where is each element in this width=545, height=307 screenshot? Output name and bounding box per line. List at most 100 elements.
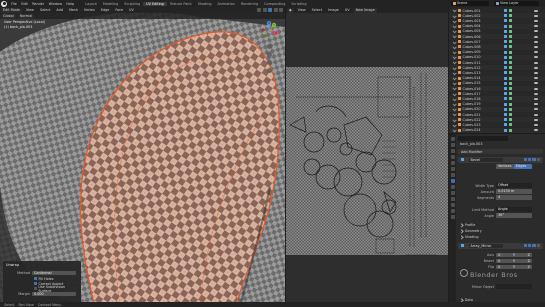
modifier-icon[interactable] xyxy=(504,50,507,54)
mesh-data-icon[interactable] xyxy=(509,14,512,18)
object-tab-icon[interactable] xyxy=(450,173,455,177)
modifier-icon[interactable] xyxy=(504,45,507,49)
navigation-gizmo[interactable]: X Y Z xyxy=(259,21,279,41)
axis-z-toggle[interactable]: Z xyxy=(528,253,530,257)
texture-tab-icon[interactable] xyxy=(450,215,455,219)
expand-arrow-icon[interactable] xyxy=(452,60,457,65)
modifier-icon[interactable] xyxy=(504,92,507,96)
expand-arrow-icon[interactable] xyxy=(452,97,457,101)
visibility-eye-icon[interactable] xyxy=(534,123,538,126)
modifier-icon[interactable] xyxy=(504,66,507,70)
render-tab-icon[interactable] xyxy=(450,143,455,147)
mirror-modifier-header[interactable]: Array_Mirror xyxy=(458,243,543,249)
visibility-eye-icon[interactable] xyxy=(534,103,538,106)
visibility-eye-icon[interactable] xyxy=(534,45,538,48)
blender-logo-icon[interactable] xyxy=(1,0,7,7)
operator-panel-title[interactable]: Unwrap xyxy=(6,263,78,267)
visibility-eye-icon[interactable] xyxy=(534,82,538,85)
tab-modeling[interactable]: Modeling xyxy=(100,2,121,6)
overlay-icon[interactable] xyxy=(257,8,261,12)
expand-arrow-icon[interactable] xyxy=(452,123,457,127)
visibility-eye-icon[interactable] xyxy=(534,71,538,74)
modifier-icon[interactable] xyxy=(504,118,507,122)
render-toggle-icon[interactable] xyxy=(532,244,536,248)
tab-uv-editing[interactable]: UV Editing xyxy=(143,1,167,6)
mesh-data-icon[interactable] xyxy=(509,113,512,117)
margin-field[interactable]: 0.000 xyxy=(32,291,76,297)
expand-arrow-icon[interactable] xyxy=(452,34,457,39)
expand-arrow-icon[interactable] xyxy=(452,71,457,75)
expand-arrow-icon[interactable] xyxy=(452,107,457,112)
viewport-menu-add[interactable]: Add xyxy=(54,8,65,13)
width-type-dropdown[interactable]: Offset xyxy=(496,183,532,188)
modifier-icon[interactable] xyxy=(504,87,507,91)
expand-arrow-icon[interactable] xyxy=(452,118,457,122)
mesh-data-icon[interactable] xyxy=(509,24,512,28)
viewport-menu-face[interactable]: Face xyxy=(113,8,125,13)
data-tab-icon[interactable] xyxy=(450,203,455,207)
modifier-icon[interactable] xyxy=(504,102,507,106)
viewport-toggle-icon[interactable] xyxy=(528,158,532,162)
expand-arrow-icon[interactable] xyxy=(452,55,457,60)
tab-texture-paint[interactable]: Texture Paint xyxy=(167,2,195,6)
mesh-data-icon[interactable] xyxy=(509,102,512,106)
expand-arrow-icon[interactable] xyxy=(452,76,457,80)
modifier-icon[interactable] xyxy=(504,55,507,59)
mesh-data-icon[interactable] xyxy=(509,35,512,39)
menu-help[interactable]: Help xyxy=(64,2,76,6)
mesh-data-icon[interactable] xyxy=(509,123,512,127)
mesh-data-icon[interactable] xyxy=(509,19,512,23)
shading-subpanel[interactable]: Shading xyxy=(460,235,479,239)
tab-compositing[interactable]: Compositing xyxy=(261,2,288,6)
menu-file[interactable]: File xyxy=(9,2,19,6)
amount-field[interactable]: 0.0135 m xyxy=(496,189,532,194)
particles-tab-icon[interactable] xyxy=(450,185,455,189)
expand-arrow-icon[interactable] xyxy=(452,50,457,54)
subsurf-checkbox[interactable]: Use Subdivision Surface xyxy=(34,285,78,293)
tab-sculpting[interactable]: Sculpting xyxy=(121,2,143,6)
uv-menu-uv[interactable]: UV xyxy=(343,8,352,13)
zoom-icon[interactable] xyxy=(267,44,272,49)
flip-z-toggle[interactable]: Z xyxy=(528,265,530,269)
visibility-eye-icon[interactable] xyxy=(534,56,538,59)
viewport-menu-view[interactable]: View xyxy=(24,8,36,13)
gizmo-neg-x-handle[interactable] xyxy=(261,28,265,32)
affect-vertices-button[interactable]: Vertices xyxy=(496,164,514,169)
scene-tab-icon[interactable] xyxy=(450,161,455,165)
uv-menu-image[interactable]: Image xyxy=(326,8,341,13)
visibility-eye-icon[interactable] xyxy=(534,9,538,12)
visibility-eye-icon[interactable] xyxy=(534,113,538,116)
outliner[interactable]: Cubes.001 Cubes.002 Cubes.003 Cubes.004 Cube… xyxy=(449,7,545,133)
visibility-eye-icon[interactable] xyxy=(534,66,538,69)
visibility-eye-icon[interactable] xyxy=(534,51,538,54)
modifier-icon[interactable] xyxy=(504,14,507,18)
render-toggle-icon[interactable] xyxy=(532,158,536,162)
viewport-toggle-icon[interactable] xyxy=(528,244,532,248)
visibility-eye-icon[interactable] xyxy=(534,129,538,132)
visibility-eye-icon[interactable] xyxy=(534,61,538,64)
expand-arrow-icon[interactable] xyxy=(452,128,457,132)
visibility-eye-icon[interactable] xyxy=(534,77,538,80)
view-layer-selector[interactable]: View Layer xyxy=(494,1,539,6)
modifier-icon[interactable] xyxy=(504,81,507,85)
expand-arrow-icon[interactable] xyxy=(452,14,457,18)
tab-shading[interactable]: Shading xyxy=(195,2,215,6)
add-modifier-button[interactable]: Add Modifier xyxy=(458,149,543,154)
modifier-tab-icon[interactable] xyxy=(450,179,455,183)
mesh-data-icon[interactable] xyxy=(509,50,512,54)
uv-editor[interactable]: ◆ View Select Image UV New Image xyxy=(286,7,448,307)
menu-window[interactable]: Window xyxy=(46,2,64,6)
modifier-icon[interactable] xyxy=(504,128,507,132)
edit-mode-toggle-icon[interactable] xyxy=(523,158,527,162)
mesh-data-icon[interactable] xyxy=(509,40,512,44)
view-layer-tab-icon[interactable] xyxy=(450,155,455,159)
image-selector[interactable]: New Image xyxy=(353,7,377,13)
material-tab-icon[interactable] xyxy=(450,209,455,213)
axis-x-toggle[interactable]: X xyxy=(498,253,500,257)
visibility-eye-icon[interactable] xyxy=(534,92,538,95)
expand-arrow-icon[interactable] xyxy=(452,29,457,34)
outliner-item[interactable]: Cubes.024 xyxy=(449,127,545,133)
visibility-eye-icon[interactable] xyxy=(534,40,538,43)
mesh-data-icon[interactable] xyxy=(509,81,512,85)
properties-editor[interactable]: back_pla.003 Add Modifier Bevel Vertices… xyxy=(449,134,545,307)
